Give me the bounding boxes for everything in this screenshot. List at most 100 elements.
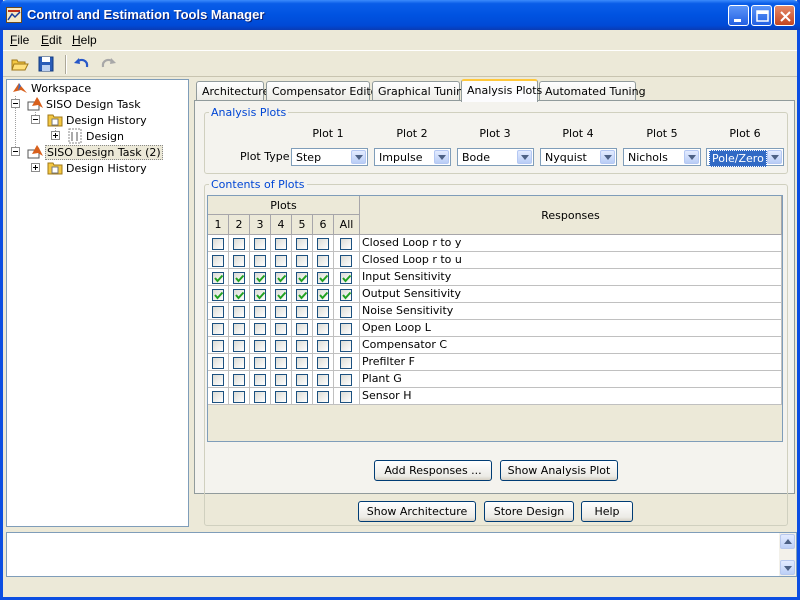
plot-checkbox[interactable]	[340, 306, 352, 318]
chevron-down-icon[interactable]	[517, 150, 532, 164]
plot-checkbox[interactable]	[275, 238, 287, 250]
plot-checkbox[interactable]	[212, 340, 224, 352]
plot-checkbox[interactable]	[254, 289, 266, 301]
tab-automated-tuning[interactable]: Automated Tuning	[539, 81, 646, 101]
plot-checkbox[interactable]	[254, 255, 266, 267]
chevron-down-icon[interactable]	[767, 150, 782, 164]
show-analysis-plot-button[interactable]: Show Analysis Plot	[500, 460, 618, 481]
plot-checkbox[interactable]	[233, 374, 245, 386]
chevron-down-icon[interactable]	[684, 150, 699, 164]
plot-checkbox[interactable]	[340, 323, 352, 335]
plot-checkbox[interactable]	[317, 272, 329, 284]
plot-checkbox[interactable]	[212, 391, 224, 403]
tree-item-design[interactable]: Design	[67, 128, 125, 144]
plot-checkbox[interactable]	[233, 255, 245, 267]
plot-checkbox[interactable]	[275, 289, 287, 301]
plot-checkbox[interactable]	[296, 238, 308, 250]
plot-checkbox[interactable]	[340, 374, 352, 386]
plot-checkbox[interactable]	[233, 357, 245, 369]
plot-checkbox[interactable]	[317, 306, 329, 318]
save-icon[interactable]	[37, 55, 55, 73]
show-architecture-button[interactable]: Show Architecture	[358, 501, 476, 522]
plot-1-type-select[interactable]: Step	[291, 148, 368, 166]
plot-6-type-select[interactable]: Pole/Zero	[706, 148, 784, 167]
close-button[interactable]	[774, 5, 795, 26]
plot-checkbox[interactable]	[212, 238, 224, 250]
minimize-button[interactable]	[728, 5, 749, 26]
plot-checkbox[interactable]	[254, 374, 266, 386]
plot-checkbox[interactable]	[275, 255, 287, 267]
chevron-down-icon[interactable]	[434, 150, 449, 164]
plot-checkbox[interactable]	[296, 255, 308, 267]
plot-3-type-select[interactable]: Bode	[457, 148, 534, 166]
plot-checkbox[interactable]	[296, 391, 308, 403]
menu-edit[interactable]: Edit	[41, 33, 62, 47]
plot-2-type-select[interactable]: Impulse	[374, 148, 451, 166]
undo-icon[interactable]	[73, 55, 91, 73]
plot-checkbox[interactable]	[233, 323, 245, 335]
menu-help[interactable]: Help	[72, 33, 97, 47]
plot-checkbox[interactable]	[254, 357, 266, 369]
menu-file[interactable]: File	[10, 33, 29, 47]
tab-compensator-editor[interactable]: Compensator Editor	[266, 81, 382, 101]
plot-checkbox[interactable]	[317, 340, 329, 352]
plot-checkbox[interactable]	[233, 306, 245, 318]
plot-checkbox[interactable]	[296, 306, 308, 318]
plot-checkbox[interactable]	[212, 289, 224, 301]
help-button[interactable]: Help	[581, 501, 633, 522]
tree-expander[interactable]	[31, 163, 40, 172]
plot-checkbox[interactable]	[212, 306, 224, 318]
plot-checkbox[interactable]	[296, 289, 308, 301]
plot-checkbox[interactable]	[212, 323, 224, 335]
plot-5-type-select[interactable]: Nichols	[623, 148, 701, 166]
plot-checkbox[interactable]	[212, 255, 224, 267]
redo-icon[interactable]	[99, 55, 117, 73]
plot-checkbox[interactable]	[275, 391, 287, 403]
plot-checkbox[interactable]	[275, 357, 287, 369]
tree-item-design-history-2[interactable]: Design History	[47, 160, 148, 176]
plot-checkbox[interactable]	[254, 272, 266, 284]
tab-analysis-plots[interactable]: Analysis Plots	[461, 79, 542, 102]
plot-checkbox[interactable]	[233, 391, 245, 403]
plot-checkbox[interactable]	[296, 357, 308, 369]
tree-item-workspace[interactable]: Workspace	[12, 80, 92, 96]
plot-checkbox[interactable]	[275, 272, 287, 284]
store-design-button[interactable]: Store Design	[484, 501, 574, 522]
plot-checkbox[interactable]	[340, 340, 352, 352]
chevron-down-icon[interactable]	[600, 150, 615, 164]
plot-checkbox[interactable]	[340, 272, 352, 284]
plot-checkbox[interactable]	[254, 323, 266, 335]
plot-checkbox[interactable]	[317, 238, 329, 250]
plot-checkbox[interactable]	[254, 238, 266, 250]
maximize-button[interactable]	[751, 5, 772, 26]
tree-expander[interactable]	[51, 131, 60, 140]
message-area[interactable]	[6, 532, 797, 577]
workspace-tree[interactable]: Workspace SISO Design Task Design Histor…	[6, 79, 189, 527]
plot-checkbox[interactable]	[340, 289, 352, 301]
plot-checkbox[interactable]	[340, 357, 352, 369]
plot-4-type-select[interactable]: Nyquist	[540, 148, 617, 166]
plot-checkbox[interactable]	[296, 272, 308, 284]
tree-expander[interactable]	[31, 115, 40, 124]
plot-checkbox[interactable]	[340, 255, 352, 267]
plot-checkbox[interactable]	[212, 374, 224, 386]
plot-checkbox[interactable]	[296, 374, 308, 386]
title-bar[interactable]: Control and Estimation Tools Manager	[0, 0, 800, 30]
chevron-down-icon[interactable]	[351, 150, 366, 164]
plot-checkbox[interactable]	[340, 391, 352, 403]
plot-checkbox[interactable]	[212, 272, 224, 284]
plot-checkbox[interactable]	[275, 306, 287, 318]
plot-checkbox[interactable]	[233, 238, 245, 250]
plot-checkbox[interactable]	[317, 289, 329, 301]
plot-checkbox[interactable]	[340, 238, 352, 250]
tree-expander[interactable]	[11, 99, 20, 108]
message-scrollbar[interactable]	[779, 533, 796, 576]
open-folder-icon[interactable]	[11, 55, 29, 73]
plot-checkbox[interactable]	[233, 272, 245, 284]
plot-checkbox[interactable]	[233, 340, 245, 352]
plot-checkbox[interactable]	[296, 340, 308, 352]
plot-checkbox[interactable]	[317, 357, 329, 369]
plot-checkbox[interactable]	[317, 255, 329, 267]
tree-item-siso-task-2[interactable]: SISO Design Task (2)	[27, 144, 163, 160]
plot-checkbox[interactable]	[275, 340, 287, 352]
